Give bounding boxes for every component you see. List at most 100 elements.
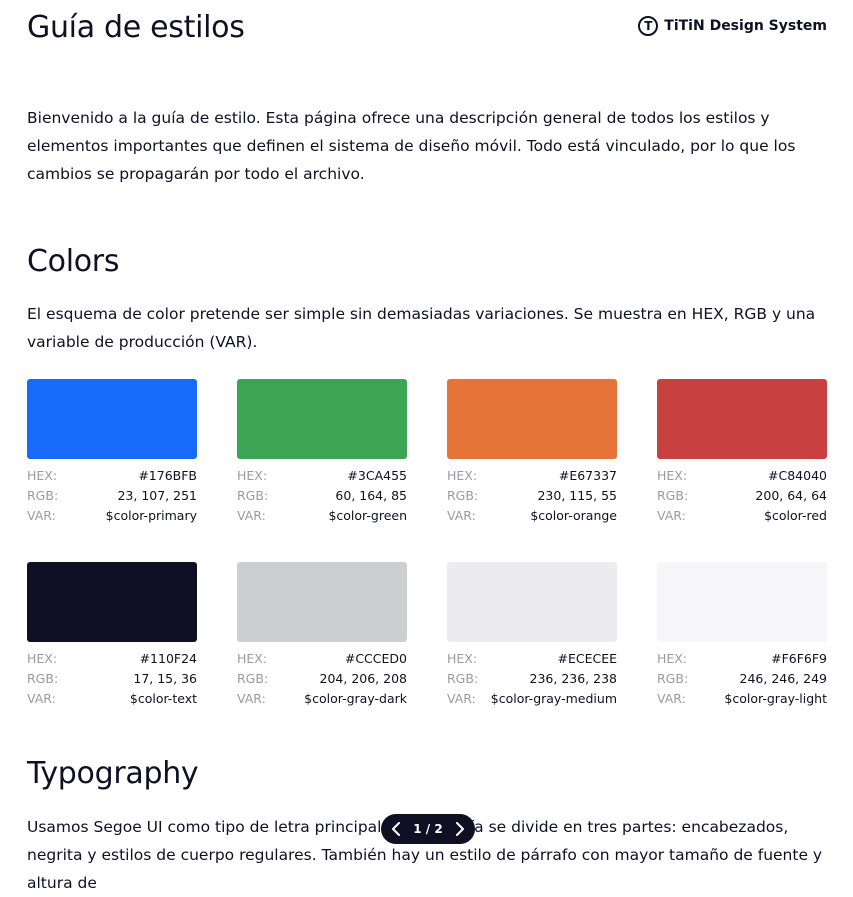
hex-value: #F6F6F9: [771, 651, 827, 666]
var-label: VAR:: [447, 691, 476, 706]
hex-label: HEX:: [447, 651, 478, 666]
rgb-label: RGB:: [447, 488, 479, 503]
var-label: VAR:: [657, 691, 686, 706]
swatch-info-row: HEX: #3CA455: [237, 466, 407, 486]
rgb-value: 230, 115, 55: [537, 488, 617, 503]
hex-value: #ECECEE: [557, 651, 617, 666]
hex-label: HEX:: [27, 468, 58, 483]
rgb-value: 60, 164, 85: [335, 488, 407, 503]
chevron-right-icon[interactable]: [453, 822, 467, 836]
swatch-info: HEX: #F6F6F9 RGB: 246, 246, 249 VAR: $color-g…: [657, 649, 827, 709]
color-swatch: [657, 562, 827, 642]
page-title: Guía de estilos: [27, 10, 245, 45]
var-label: VAR:: [237, 508, 266, 523]
color-swatch: [447, 379, 617, 459]
swatch-info-row: VAR: $color-gray-light: [657, 689, 827, 709]
rgb-label: RGB:: [657, 671, 689, 686]
brand: T TiTiN Design System: [638, 16, 827, 36]
var-value: $color-red: [764, 508, 827, 523]
var-label: VAR:: [237, 691, 266, 706]
swatch-info: HEX: #ECECEE RGB: 236, 236, 238 VAR: $color-g…: [447, 649, 617, 709]
hex-label: HEX:: [237, 651, 268, 666]
hex-label: HEX:: [657, 651, 688, 666]
color-swatch: [27, 562, 197, 642]
brand-name: TiTiN Design System: [664, 18, 827, 34]
color-swatch-card: HEX: #3CA455 RGB: 60, 164, 85 VAR: $color-gre…: [237, 379, 407, 526]
var-value: $color-gray-dark: [304, 691, 407, 706]
swatch-info: HEX: #3CA455 RGB: 60, 164, 85 VAR: $color-gre…: [237, 466, 407, 526]
swatch-info-row: RGB: 230, 115, 55: [447, 486, 617, 506]
page-indicator: 1 / 2: [413, 822, 443, 836]
swatch-info-row: HEX: #E67337: [447, 466, 617, 486]
typography-section-title: Typography: [27, 756, 199, 791]
swatch-info-row: VAR: $color-green: [237, 506, 407, 526]
var-value: $color-orange: [530, 508, 617, 523]
hex-value: #CCCED0: [344, 651, 407, 666]
swatch-info-row: RGB: 17, 15, 36: [27, 669, 197, 689]
color-swatch: [447, 562, 617, 642]
var-label: VAR:: [657, 508, 686, 523]
brand-logo-icon: T: [638, 16, 659, 36]
swatch-info-row: VAR: $color-red: [657, 506, 827, 526]
hex-label: HEX:: [237, 468, 268, 483]
rgb-label: RGB:: [27, 671, 59, 686]
swatch-info-row: HEX: #CCCED0: [237, 649, 407, 669]
intro-paragraph: Bienvenido a la guía de estilo. Esta pág…: [27, 109, 796, 183]
rgb-label: RGB:: [237, 488, 269, 503]
var-value: $color-gray-medium: [490, 691, 617, 706]
color-swatch: [27, 379, 197, 459]
swatch-info-row: RGB: 204, 206, 208: [237, 669, 407, 689]
var-value: $color-green: [328, 508, 407, 523]
swatch-info-row: RGB: 236, 236, 238: [447, 669, 617, 689]
swatch-info-row: HEX: #176BFB: [27, 466, 197, 486]
swatch-info-row: RGB: 23, 107, 251: [27, 486, 197, 506]
swatch-info-row: VAR: $color-primary: [27, 506, 197, 526]
swatch-info-row: HEX: #C84040: [657, 466, 827, 486]
var-label: VAR:: [27, 691, 56, 706]
rgb-value: 246, 246, 249: [739, 671, 827, 686]
swatch-info: HEX: #E67337 RGB: 230, 115, 55 VAR: $color-or…: [447, 466, 617, 526]
swatch-info-row: VAR: $color-gray-dark: [237, 689, 407, 709]
var-value: $color-text: [129, 691, 197, 706]
rgb-label: RGB:: [657, 488, 689, 503]
color-swatch-card: HEX: #E67337 RGB: 230, 115, 55 VAR: $color-or…: [447, 379, 617, 526]
swatch-info-row: RGB: 246, 246, 249: [657, 669, 827, 689]
swatch-info-row: HEX: #F6F6F9: [657, 649, 827, 669]
rgb-value: 200, 64, 64: [755, 488, 827, 503]
rgb-value: 17, 15, 36: [133, 671, 197, 686]
color-swatch-card: HEX: #CCCED0 RGB: 204, 206, 208 VAR: $color-g…: [237, 562, 407, 709]
swatch-info-row: RGB: 200, 64, 64: [657, 486, 827, 506]
var-label: VAR:: [27, 508, 56, 523]
color-swatch: [237, 562, 407, 642]
rgb-value: 236, 236, 238: [529, 671, 617, 686]
color-swatch-card: HEX: #F6F6F9 RGB: 246, 246, 249 VAR: $color-g…: [657, 562, 827, 709]
swatch-info: HEX: #C84040 RGB: 200, 64, 64 VAR: $color-red: [657, 466, 827, 526]
swatch-info: HEX: #CCCED0 RGB: 204, 206, 208 VAR: $color-g…: [237, 649, 407, 709]
color-swatch-card: HEX: #176BFB RGB: 23, 107, 251 VAR: $color-pr…: [27, 379, 197, 526]
hex-label: HEX:: [27, 651, 58, 666]
swatch-info-row: HEX: #110F24: [27, 649, 197, 669]
var-value: $color-primary: [105, 508, 197, 523]
color-swatch-card: HEX: #110F24 RGB: 17, 15, 36 VAR: $color-text: [27, 562, 197, 709]
rgb-value: 23, 107, 251: [117, 488, 197, 503]
page-navigator: 1 / 2: [381, 814, 475, 844]
swatch-info-row: VAR: $color-text: [27, 689, 197, 709]
hex-value: #3CA455: [347, 468, 407, 483]
hex-value: #110F24: [139, 651, 197, 666]
swatch-info-row: VAR: $color-orange: [447, 506, 617, 526]
hex-value: #E67337: [558, 468, 617, 483]
var-value: $color-gray-light: [724, 691, 827, 706]
hex-label: HEX:: [657, 468, 688, 483]
colors-section-title: Colors: [27, 244, 120, 279]
rgb-label: RGB:: [447, 671, 479, 686]
color-swatch: [657, 379, 827, 459]
swatch-info: HEX: #110F24 RGB: 17, 15, 36 VAR: $color-text: [27, 649, 197, 709]
swatch-info-row: VAR: $color-gray-medium: [447, 689, 617, 709]
hex-value: #C84040: [768, 468, 827, 483]
colors-section-description: El esquema de color pretende ser simple …: [27, 305, 816, 351]
swatch-info-row: HEX: #ECECEE: [447, 649, 617, 669]
color-swatch-card: HEX: #C84040 RGB: 200, 64, 64 VAR: $color-red: [657, 379, 827, 526]
chevron-left-icon[interactable]: [389, 822, 403, 836]
hex-value: #176BFB: [138, 468, 197, 483]
rgb-label: RGB:: [237, 671, 269, 686]
